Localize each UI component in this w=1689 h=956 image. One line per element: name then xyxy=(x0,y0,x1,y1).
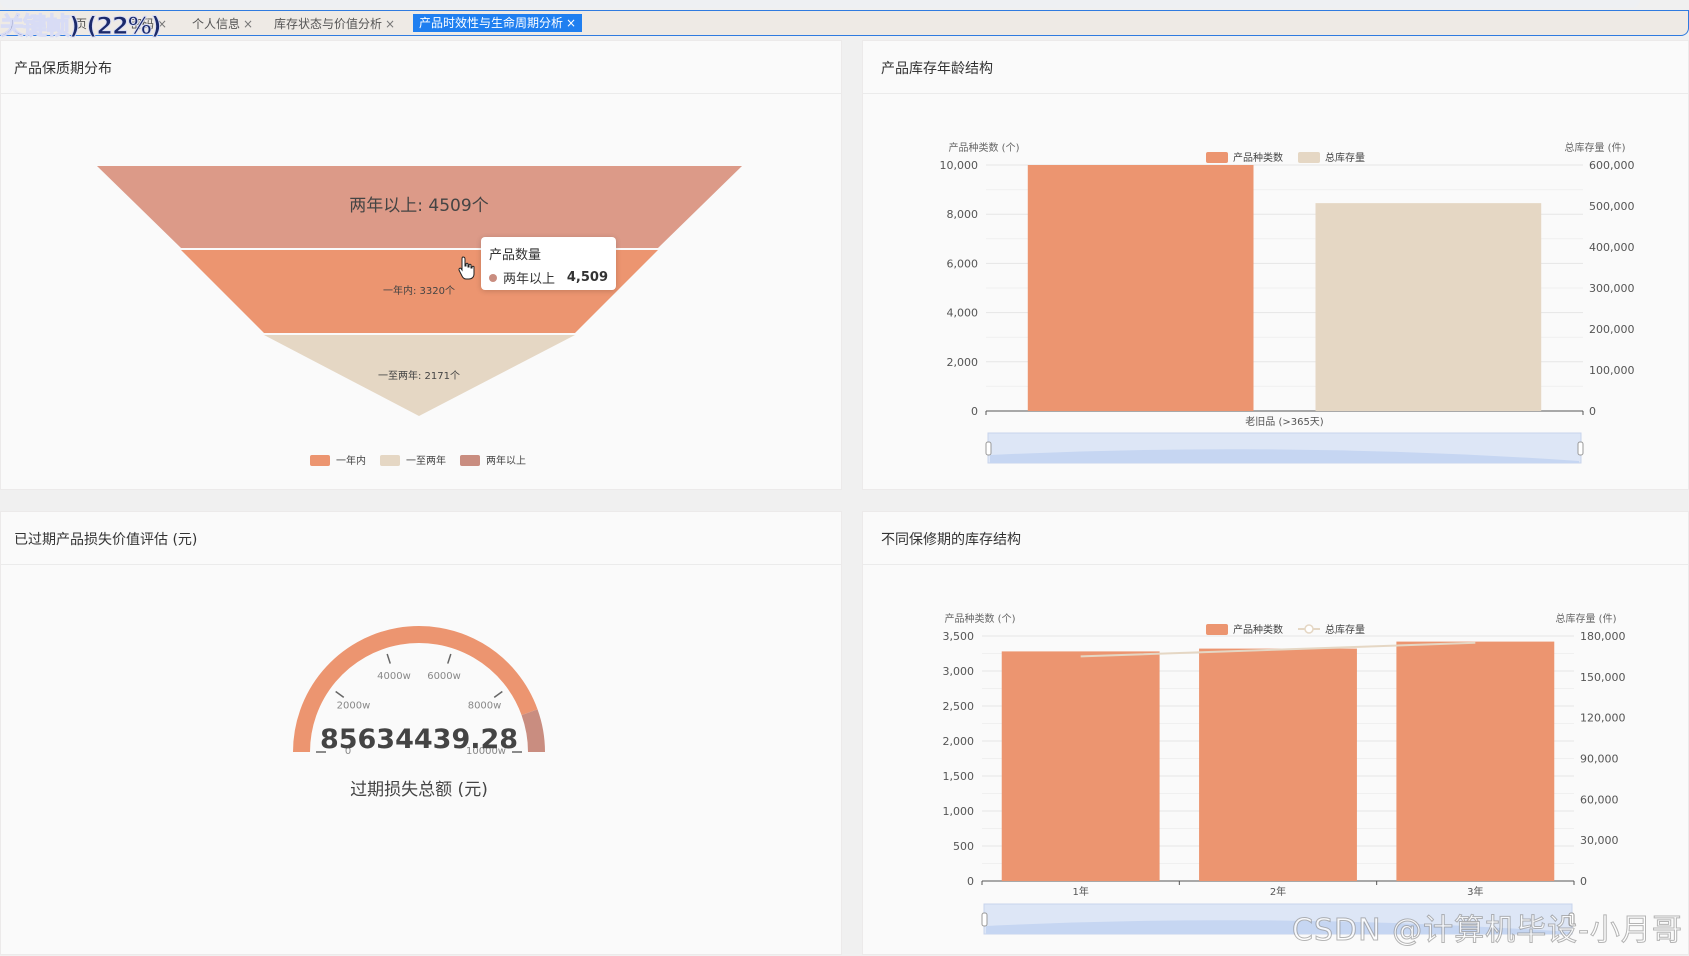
y-right-tick-label: 100,000 xyxy=(1589,364,1635,377)
legend-label[interactable]: 一至两年 xyxy=(406,454,446,467)
y-tick-label: 2,000 xyxy=(943,735,975,748)
y-right-tick-label: 180,000 xyxy=(1580,630,1626,643)
series-dot-icon xyxy=(489,273,497,282)
zoom-handle-left[interactable] xyxy=(985,441,992,456)
gauge-tick-label: 2000w xyxy=(337,700,371,711)
y-right-tick-label: 90,000 xyxy=(1580,753,1619,766)
panel-inventory-age: 产品库存年龄结构 产品种类数 (个) 总库存量 (件) 0 2,000 4,000 6,0… xyxy=(862,40,1689,490)
y-right-tick-label: 0 xyxy=(1589,405,1596,418)
y-tick-label: 500 xyxy=(953,840,974,853)
tab-label: 库存状态与价值分析 xyxy=(274,17,383,31)
y-right-tick-label: 400,000 xyxy=(1589,241,1635,254)
tab-label: 产品时效性与生命周期分析 xyxy=(419,16,564,30)
y-tick-label: 6,000 xyxy=(947,257,979,270)
panel-shelf-life: 产品保质期分布 两年以上: 4509个 一年内: 3320个 一至两年: 217… xyxy=(0,40,842,490)
y-right-tick-label: 150,000 xyxy=(1580,671,1626,684)
funnel-tooltip: 产品数量 两年以上 4,509 xyxy=(481,237,616,290)
legend-label[interactable]: 两年以上 xyxy=(486,454,526,467)
legend-swatch[interactable] xyxy=(460,455,480,466)
funnel-label: 一年内: 3320个 xyxy=(383,284,455,297)
legend-swatch[interactable] xyxy=(310,455,330,466)
bar[interactable] xyxy=(1001,651,1160,881)
y-right-tick-label: 200,000 xyxy=(1589,323,1635,336)
gauge-caption: 过期损失总额 (元) xyxy=(350,780,488,800)
y-right-tick-label: 600,000 xyxy=(1589,159,1635,172)
close-icon[interactable]: × xyxy=(385,17,395,31)
y-tick-label: 2,500 xyxy=(943,700,975,713)
y-right-tick-label: 300,000 xyxy=(1589,282,1635,295)
tooltip-value: 4,509 xyxy=(566,270,608,285)
funnel-label: 两年以上: 4509个 xyxy=(349,196,488,216)
legend-label[interactable]: 一年内 xyxy=(336,454,366,467)
bar[interactable] xyxy=(1315,203,1542,411)
watermark: CSDN @计算机毕设-小月哥 xyxy=(1292,913,1683,949)
y-right-tick-label: 60,000 xyxy=(1580,793,1619,806)
tooltip-title: 产品数量 xyxy=(489,248,542,263)
bar[interactable] xyxy=(1396,641,1555,881)
y-tick-label: 3,000 xyxy=(943,665,975,678)
loss-gauge: 02000w4000w 6000w8000w10000w85634439.28过期… xyxy=(293,626,545,800)
gauge-tick xyxy=(335,690,345,698)
gauge-tick-label: 6000w xyxy=(427,671,461,682)
y-right-tick-label: 500,000 xyxy=(1589,200,1635,213)
y-tick-label: 4,000 xyxy=(947,307,979,320)
gauge-tick xyxy=(493,690,503,698)
y-tick-label: 8,000 xyxy=(947,208,979,221)
legend-label[interactable]: 总库存量 xyxy=(1325,151,1365,164)
y-tick-label: 3,500 xyxy=(943,630,975,643)
gauge-tick xyxy=(447,653,452,664)
y-right-tick-label: 30,000 xyxy=(1580,834,1619,847)
close-icon[interactable]: × xyxy=(243,17,253,31)
browser-top-strip xyxy=(0,0,1640,8)
legend-label[interactable]: 产品种类数 xyxy=(1233,151,1283,164)
tooltip-row: 两年以上 4,509 xyxy=(489,268,608,287)
x-tick-label: 老旧品 (>365天) xyxy=(1245,415,1324,428)
y-axis-right-title: 总库存量 (件) xyxy=(1556,612,1617,625)
zoom-handle-right[interactable] xyxy=(1577,441,1584,456)
tab-inventory-value[interactable]: 库存状态与价值分析 × xyxy=(274,15,395,33)
x-tick-label: 2年 xyxy=(1270,885,1286,898)
tooltip-series: 两年以上 xyxy=(503,272,556,287)
legend-swatch[interactable] xyxy=(1206,152,1228,163)
tab-bar: 页 密码 × 个人信息 × 库存状态与价值分析 × 产品时效性与生命周期分析 × xyxy=(0,10,1689,36)
keyframe-overlay-text: 关键帧) (22%) xyxy=(0,12,162,41)
y-tick-label: 0 xyxy=(971,405,978,418)
close-icon[interactable]: × xyxy=(566,16,576,30)
bar[interactable] xyxy=(1027,165,1254,411)
y-tick-label: 10,000 xyxy=(940,159,979,172)
gauge-tick-label: 4000w xyxy=(377,671,411,682)
y-axis-title: 产品种类数 (个) xyxy=(949,141,1020,154)
y-right-tick-label: 0 xyxy=(1580,875,1587,888)
y-tick-label: 2,000 xyxy=(947,356,979,369)
gauge-rest-arc xyxy=(521,709,545,753)
y-axis-right-title: 总库存量 (件) xyxy=(1565,141,1626,154)
legend-swatch[interactable] xyxy=(1298,152,1320,163)
x-tick-label: 3年 xyxy=(1467,885,1483,898)
legend-swatch[interactable] xyxy=(1304,624,1314,634)
panel-expired-loss: 已过期产品损失价值评估 (元) 0 2000w 4000w 6000w 8000w 100… xyxy=(0,511,842,955)
legend-label[interactable]: 产品种类数 xyxy=(1233,623,1283,636)
gauge-tick-label: 8000w xyxy=(468,700,502,711)
tab-label: 个人信息 xyxy=(192,17,241,31)
y-right-tick-label: 120,000 xyxy=(1580,712,1626,725)
y-tick-label: 1,000 xyxy=(943,805,975,818)
y-axis-title: 产品种类数 (个) xyxy=(945,612,1016,625)
y-tick-label: 1,500 xyxy=(943,770,975,783)
bar[interactable] xyxy=(1199,648,1357,881)
gauge-value: 85634439.28 xyxy=(320,724,518,755)
tab-lifecycle[interactable]: 产品时效性与生命周期分析 × xyxy=(413,14,583,32)
legend-swatch[interactable] xyxy=(380,455,400,466)
legend-swatch[interactable] xyxy=(1206,624,1228,635)
x-tick-label: 1年 xyxy=(1072,885,1088,898)
tab-profile[interactable]: 个人信息 × xyxy=(192,15,253,33)
funnel-label: 一至两年: 2171个 xyxy=(378,369,460,382)
age-bar-chart: 产品种类数 (个) 总库存量 (件) 0 2,000 4,000 6,000 8,000 10… xyxy=(940,141,1635,464)
funnel-chart: 两年以上: 4509个 一年内: 3320个 一至两年: 2171个 一年内 一… xyxy=(97,166,742,467)
warranty-bar-chart: 产品种类数 (个) 总库存量 (件) 0 500 1,000 1,500 2,000 2,50… xyxy=(943,612,1626,935)
panel-warranty-structure: 不同保修期的库存结构 产品种类数 (个) 总库存量 (件) 0 500 1,000 1,5… xyxy=(862,511,1689,955)
zoom-handle-left[interactable] xyxy=(981,912,988,927)
y-tick-label: 0 xyxy=(967,875,974,888)
legend-label[interactable]: 总库存量 xyxy=(1325,623,1365,636)
gauge-tick xyxy=(386,653,391,664)
